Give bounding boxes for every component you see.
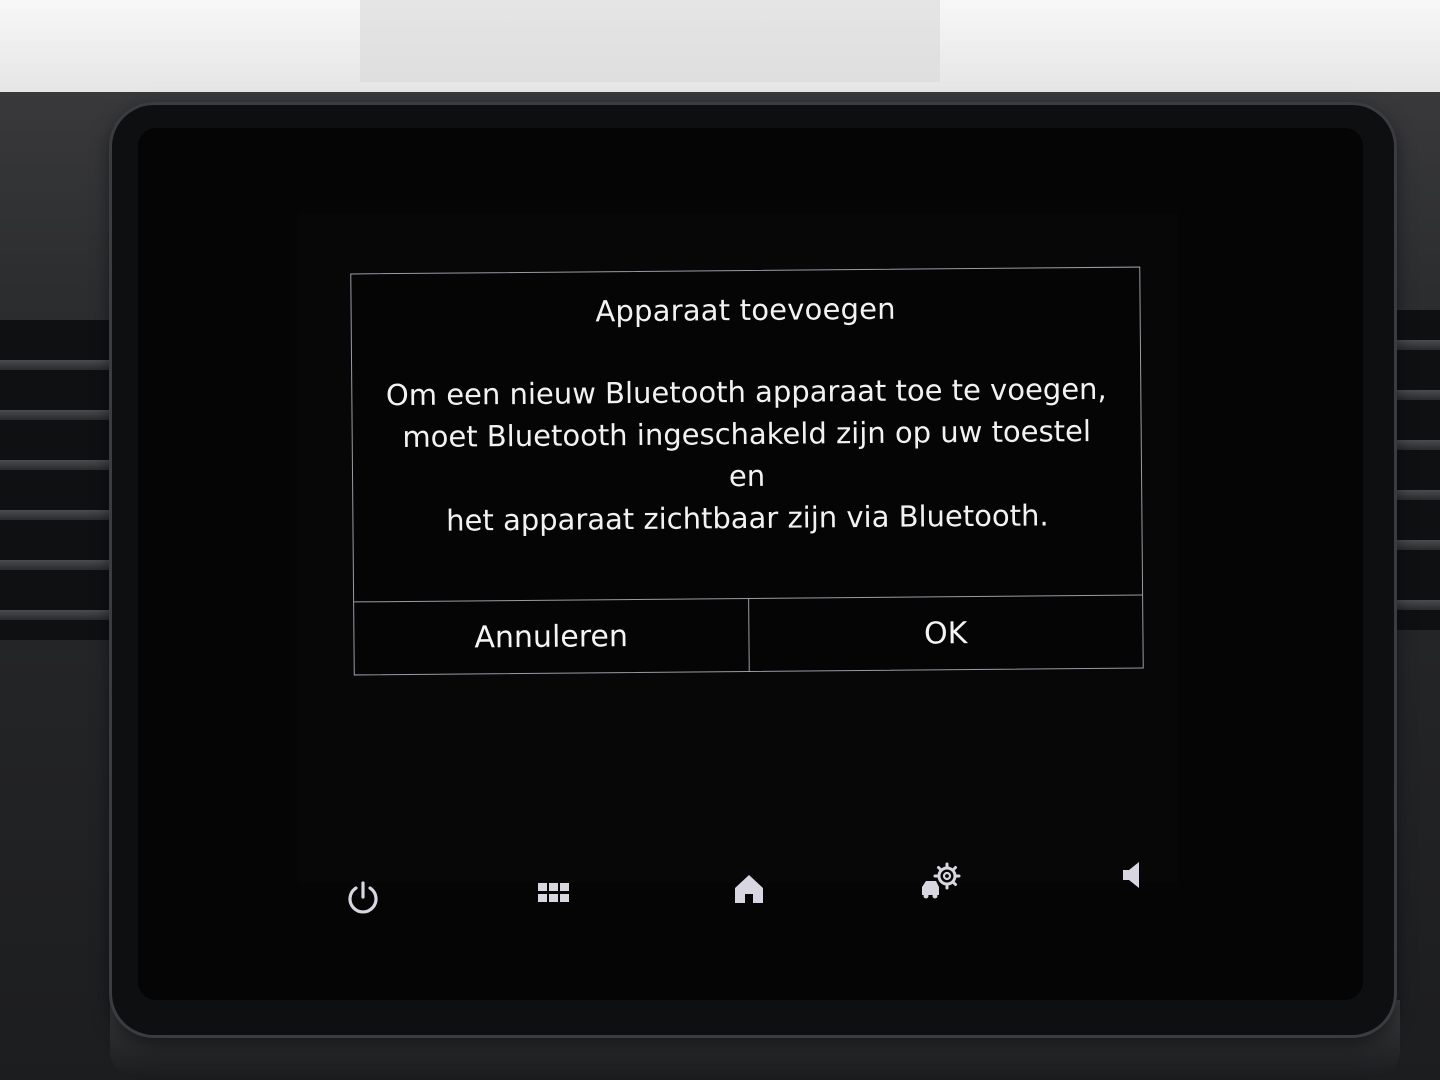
power-icon (348, 881, 378, 914)
windshield-background (0, 0, 1440, 100)
dialog-message: Om een nieuw Bluetooth apparaat toe te v… (382, 368, 1111, 542)
vehicle-settings-icon (922, 862, 961, 899)
apps-grid-icon (538, 883, 569, 902)
add-device-dialog: Apparaat toevoegen Om een nieuw Bluetoot… (350, 266, 1144, 676)
dialog-message-line: Om een nieuw Bluetooth apparaat toe te v… (385, 371, 1107, 413)
volume-button[interactable] (1098, 840, 1168, 910)
car-dashboard-scene: Apparaat toevoegen Om een nieuw Bluetoot… (0, 0, 1440, 1080)
infotainment-display: Apparaat toevoegen Om een nieuw Bluetoot… (138, 128, 1363, 1000)
dialog-title: Apparaat toevoegen (595, 291, 896, 329)
softkey-bar (328, 858, 1178, 938)
cancel-button[interactable]: Annuleren (354, 599, 748, 674)
apps-button[interactable] (521, 858, 591, 928)
ok-button[interactable]: OK (747, 595, 1143, 671)
vehicle-settings-button[interactable] (906, 846, 976, 916)
dialog-message-line: het apparaat zichtbaar zijn via Bluetoot… (446, 498, 1049, 538)
volume-icon (1123, 862, 1139, 888)
windshield-glare (360, 0, 940, 82)
dialog-message-line: moet Bluetooth ingeschakeld zijn op uw t… (402, 413, 1092, 494)
power-button[interactable] (328, 863, 398, 933)
home-icon (735, 875, 763, 903)
home-button[interactable] (714, 854, 784, 924)
dialog-button-row: Annuleren OK (354, 594, 1143, 675)
